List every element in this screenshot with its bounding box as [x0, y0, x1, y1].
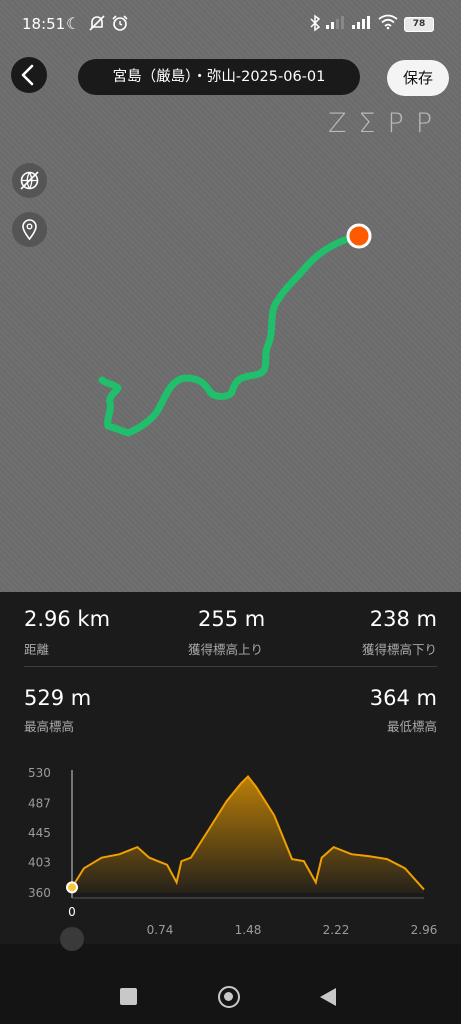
back-button[interactable] — [11, 57, 47, 93]
x-tick-label: 2.22 — [323, 923, 350, 937]
globe-off-icon — [20, 171, 39, 190]
activity-title: 宮島（厳島）・弥山-2025-06-01 — [78, 59, 360, 95]
home-dot — [224, 992, 233, 1001]
elevation-chart[interactable]: 530 487 445 403 360 0 0.74 1.48 2.22 2.96 — [0, 755, 461, 945]
map-layer-button[interactable] — [12, 163, 47, 198]
x-tick-label: 1.48 — [235, 923, 262, 937]
recents-button[interactable] — [120, 988, 137, 1005]
status-bar: 18:51 ☾ 78 — [0, 0, 461, 50]
map-view[interactable]: 18:51 ☾ 78 宮島（厳島）・弥山-2025-06-01 保存 ZΣPP — [0, 0, 461, 592]
min-altitude-label: 最低標高 — [386, 719, 437, 734]
battery-icon: 78 — [404, 17, 434, 32]
y-tick-label: 403 — [28, 856, 51, 870]
distance-label: 距離 — [24, 642, 50, 657]
descent-label: 獲得標高下り — [361, 642, 437, 657]
route-line — [98, 232, 362, 437]
save-button[interactable]: 保存 — [387, 60, 449, 96]
ascent-label: 獲得標高上り — [188, 642, 264, 657]
max-altitude-value: 529 m — [24, 686, 92, 710]
distance-value: 2.96 km — [24, 607, 111, 631]
back-nav-button[interactable] — [319, 987, 337, 1007]
chevron-left-icon — [21, 64, 34, 86]
drag-handle[interactable] — [60, 927, 84, 951]
location-pin-icon — [22, 219, 37, 241]
max-altitude-label: 最高標高 — [24, 719, 75, 734]
divider — [24, 666, 437, 667]
x-tick-label: 2.96 — [411, 923, 438, 937]
system-nav-bar — [0, 927, 461, 1024]
zepp-logo: ZΣPP — [328, 108, 445, 139]
status-time: 18:51 — [22, 15, 66, 33]
descent-value: 238 m — [369, 607, 437, 631]
bluetooth-icon — [309, 14, 321, 37]
y-tick-label: 487 — [28, 796, 51, 810]
y-tick-label: 530 — [28, 766, 51, 780]
battery-level: 78 — [412, 19, 426, 29]
moon-icon: ☾ — [66, 14, 81, 33]
notifications-off-icon — [88, 14, 106, 37]
signal-icon — [325, 14, 347, 35]
y-tick-label: 445 — [28, 826, 51, 840]
end-marker — [346, 223, 372, 249]
location-button[interactable] — [12, 212, 47, 247]
home-button[interactable] — [218, 986, 240, 1008]
min-altitude-value: 364 m — [369, 686, 437, 710]
x-tick-label: 0.74 — [147, 923, 174, 937]
signal-icon — [351, 14, 373, 35]
alarm-icon — [111, 14, 129, 37]
y-tick-label: 360 — [28, 886, 51, 900]
wifi-icon — [377, 14, 399, 35]
x-tick-label: 0 — [68, 905, 76, 919]
elevation-area — [72, 776, 424, 893]
scrubber-dot[interactable] — [66, 881, 78, 894]
ascent-value: 255 m — [198, 607, 266, 631]
